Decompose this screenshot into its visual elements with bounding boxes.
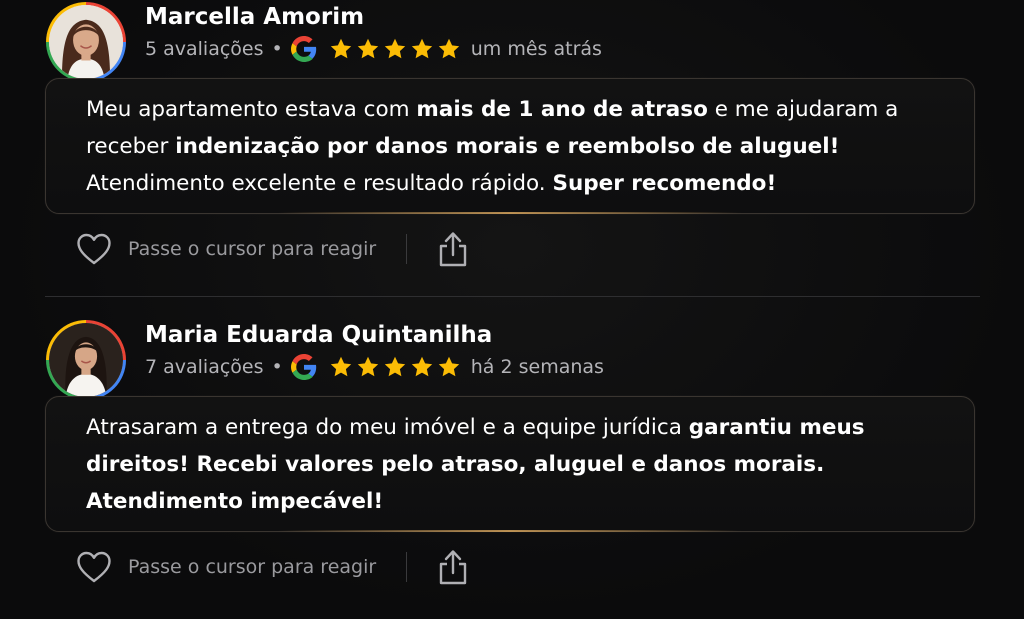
review-count: 7 avaliações	[145, 356, 264, 378]
review-time: há 2 semanas	[470, 356, 604, 378]
review-text-segment: Meu apartamento estava com	[86, 97, 417, 122]
react-hint[interactable]: Passe o cursor para reagir	[128, 556, 376, 578]
star-icon	[384, 356, 405, 377]
review-text: Meu apartamento estava com mais de 1 ano…	[86, 91, 934, 202]
share-icon[interactable]	[437, 230, 469, 268]
star-icon	[357, 38, 378, 59]
meta-separator: •	[271, 38, 283, 60]
review-meta: 5 avaliações • um mês atrás	[145, 34, 602, 64]
avatar-photo	[49, 323, 123, 397]
review-card: Meu apartamento estava com mais de 1 ano…	[45, 78, 975, 214]
star-icon	[357, 356, 378, 377]
review-text-segment: Atrasaram a entrega do meu imóvel e a eq…	[86, 415, 689, 440]
star-icon	[438, 356, 459, 377]
star-icon	[384, 38, 405, 59]
review-actions: Passe o cursor para reagir	[76, 546, 469, 588]
review-text: Atrasaram a entrega do meu imóvel e a eq…	[86, 409, 934, 520]
rating-stars	[329, 355, 461, 379]
star-icon	[411, 38, 432, 59]
review-text-highlight: Super recomendo!	[552, 171, 777, 196]
avatar[interactable]	[46, 320, 126, 400]
review-text-highlight: mais de 1 ano de atraso	[416, 97, 708, 122]
review-card: Atrasaram a entrega do meu imóvel e a eq…	[45, 396, 975, 532]
review-divider	[45, 296, 980, 297]
review-time: um mês atrás	[470, 38, 602, 60]
reviewer-name[interactable]: Marcella Amorim	[145, 2, 364, 32]
heart-icon[interactable]	[76, 550, 112, 584]
action-divider	[406, 552, 408, 582]
google-g-icon	[290, 354, 316, 380]
review-text-segment: Atendimento excelente e resultado rápido…	[86, 171, 553, 196]
avatar-photo	[49, 5, 123, 79]
react-hint[interactable]: Passe o cursor para reagir	[128, 238, 376, 260]
reviews-page: Marcella Amorim 5 avaliações • um mês at…	[0, 0, 1024, 619]
review-text-highlight: indenização por danos morais e reembolso…	[175, 134, 840, 159]
star-icon	[411, 356, 432, 377]
star-icon	[330, 356, 351, 377]
heart-icon[interactable]	[76, 232, 112, 266]
meta-separator: •	[271, 356, 283, 378]
google-g-icon	[290, 36, 316, 62]
avatar[interactable]	[46, 2, 126, 82]
star-icon	[438, 38, 459, 59]
action-divider	[406, 234, 408, 264]
review-meta: 7 avaliações • há 2 semanas	[145, 352, 604, 382]
star-icon	[330, 38, 351, 59]
reviewer-name[interactable]: Maria Eduarda Quintanilha	[145, 320, 492, 350]
review-actions: Passe o cursor para reagir	[76, 228, 469, 270]
review-count: 5 avaliações	[145, 38, 264, 60]
rating-stars	[329, 37, 461, 61]
share-icon[interactable]	[437, 548, 469, 586]
